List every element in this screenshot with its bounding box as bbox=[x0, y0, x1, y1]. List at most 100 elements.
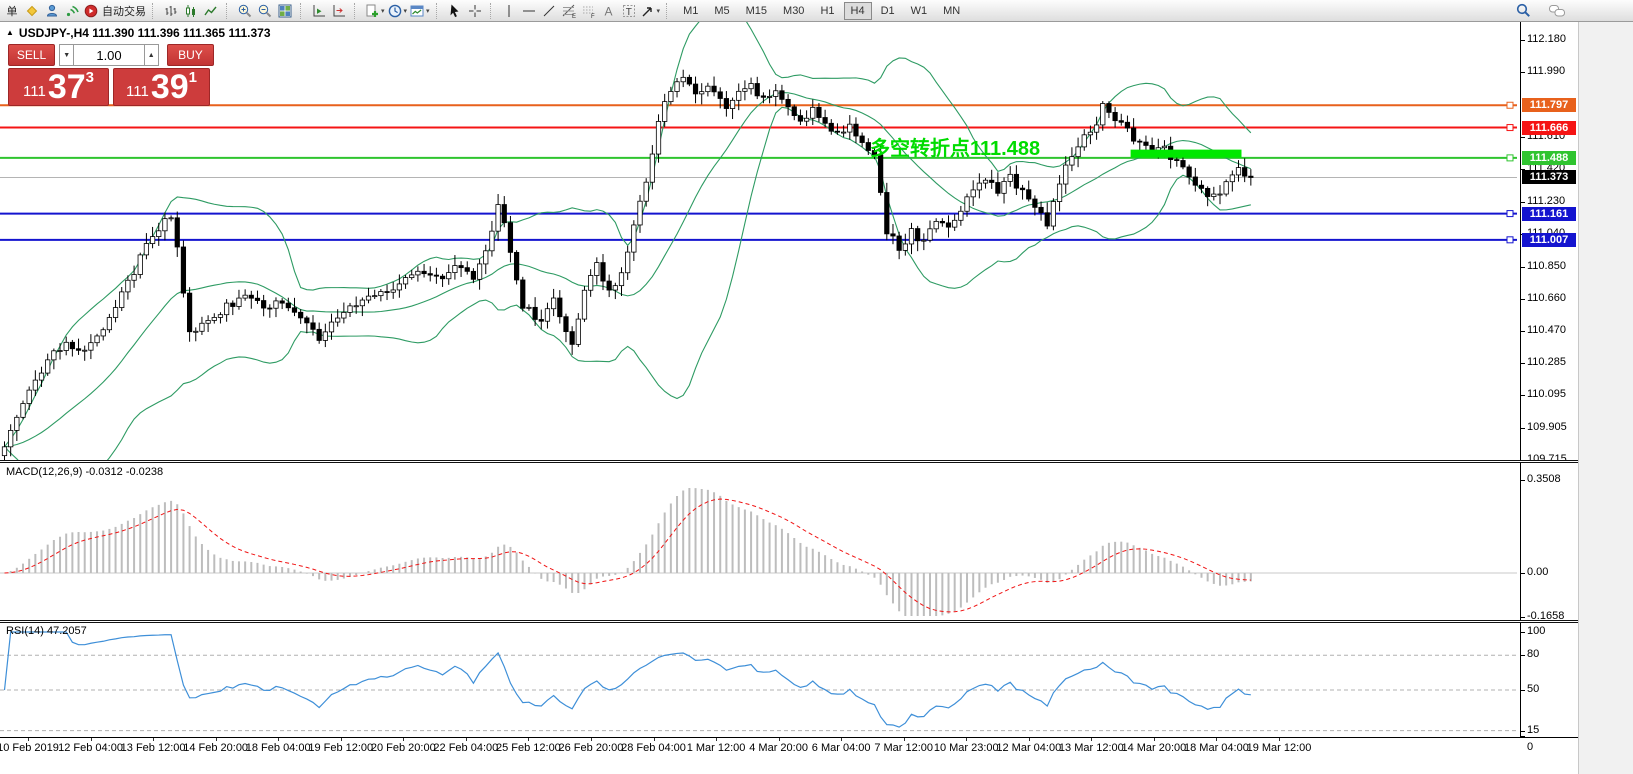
timeframe-m1-button[interactable]: M1 bbox=[676, 2, 705, 20]
chat-button[interactable] bbox=[1547, 1, 1567, 21]
bar-chart-button[interactable] bbox=[161, 1, 181, 21]
level-line-anchor bbox=[1507, 155, 1513, 161]
zoom-out-button[interactable] bbox=[255, 1, 275, 21]
timeframe-mn-button[interactable]: MN bbox=[936, 2, 967, 20]
macd-signal-line bbox=[5, 499, 1251, 612]
autotrading-icon bbox=[83, 3, 99, 19]
horizontal-line-button[interactable] bbox=[519, 1, 539, 21]
add-indicator-icon bbox=[364, 3, 380, 19]
rsi-tick-label: 80 bbox=[1527, 648, 1539, 660]
macd-tick-mark bbox=[1521, 573, 1525, 574]
auto-scroll-button[interactable] bbox=[309, 1, 329, 21]
vertical-line-button[interactable] bbox=[499, 1, 519, 21]
layouts-button[interactable] bbox=[22, 1, 42, 21]
community-icon bbox=[44, 3, 60, 19]
price-level-tag: 111.797 bbox=[1522, 98, 1576, 112]
macd-tick-mark bbox=[1521, 617, 1525, 618]
template-icon bbox=[409, 3, 425, 19]
price-tick-mark bbox=[1521, 40, 1525, 41]
text-button[interactable]: A bbox=[599, 1, 619, 21]
macd-tick-mark bbox=[1521, 480, 1525, 481]
macd-histogram bbox=[5, 488, 1251, 616]
timeframe-m5-button[interactable]: M5 bbox=[707, 2, 736, 20]
tile-windows-button[interactable] bbox=[275, 1, 295, 21]
cursor-button[interactable] bbox=[445, 1, 465, 21]
autotrading-button[interactable]: 自动交易 bbox=[82, 1, 147, 21]
volume-decrease-button[interactable]: ▼ bbox=[59, 44, 74, 66]
price-tick-label: 112.180 bbox=[1527, 33, 1566, 45]
signals-icon bbox=[64, 3, 80, 19]
toolbar-separator bbox=[300, 3, 306, 19]
rsi-tick-label: 15 bbox=[1527, 724, 1539, 736]
rsi-tick-label: 100 bbox=[1527, 625, 1545, 637]
sell-button[interactable]: SELL bbox=[8, 44, 55, 66]
trendline-button[interactable] bbox=[539, 1, 559, 21]
bollinger-lower bbox=[5, 107, 1251, 460]
dropdown-arrow-icon: ▾ bbox=[404, 7, 408, 15]
level-line-anchor bbox=[1507, 211, 1513, 217]
macd-pane[interactable] bbox=[0, 463, 1521, 619]
macd-tick-label: 0.3508 bbox=[1527, 473, 1561, 485]
sell-price-button[interactable]: 111373 bbox=[8, 68, 109, 106]
buy-price-prefix: 111 bbox=[126, 84, 149, 99]
text-label-button[interactable]: T bbox=[619, 1, 639, 21]
time-axis-border bbox=[0, 737, 1578, 738]
toolbar-separator bbox=[226, 3, 232, 19]
periods-button[interactable]: ▾ bbox=[386, 1, 409, 21]
toolbar-separator bbox=[436, 3, 442, 19]
fibonacci-grid-button[interactable]: F bbox=[579, 1, 599, 21]
rsi-label: RSI(14) 47.2057 bbox=[6, 625, 87, 637]
buy-price-button[interactable]: 111391 bbox=[113, 68, 210, 106]
chart-shift-button[interactable] bbox=[329, 1, 349, 21]
price-level-tag: 111.161 bbox=[1522, 207, 1576, 221]
price-tick-label: 110.285 bbox=[1527, 356, 1566, 368]
collapse-trade-panel-icon[interactable]: ▲ bbox=[6, 28, 14, 37]
trendline-icon bbox=[541, 3, 557, 19]
toolbar-separator bbox=[354, 3, 360, 19]
search-button[interactable] bbox=[1513, 1, 1533, 21]
candlestick-chart-button[interactable] bbox=[181, 1, 201, 21]
pane-separator[interactable] bbox=[0, 460, 1578, 463]
bar-chart-icon bbox=[163, 3, 179, 19]
timeframe-d1-button[interactable]: D1 bbox=[874, 2, 902, 20]
indicators-button[interactable]: ▾ bbox=[363, 1, 386, 21]
zoom-in-button[interactable] bbox=[235, 1, 255, 21]
price-tick-mark bbox=[1521, 331, 1525, 332]
timeframe-m15-button[interactable]: M15 bbox=[739, 2, 774, 20]
crosshair-button[interactable] bbox=[465, 1, 485, 21]
volume-input[interactable]: 1.00 bbox=[74, 44, 143, 66]
buy-price-main: 39 bbox=[151, 74, 189, 102]
rsi-tick-mark bbox=[1521, 690, 1525, 691]
price-tick-mark bbox=[1521, 363, 1525, 364]
line-chart-button[interactable] bbox=[201, 1, 221, 21]
chart-title: ▲USDJPY-,H4 111.390 111.396 111.365 111.… bbox=[6, 26, 271, 40]
price-tick-label: 110.850 bbox=[1527, 260, 1566, 272]
timeframe-h1-button[interactable]: H1 bbox=[813, 2, 841, 20]
timeframe-h4-button[interactable]: H4 bbox=[844, 2, 872, 20]
signals-button[interactable] bbox=[62, 1, 82, 21]
templates-button[interactable]: ▾ bbox=[408, 1, 431, 21]
buy-button[interactable]: BUY bbox=[167, 44, 214, 66]
buy-price-pip: 1 bbox=[189, 69, 197, 86]
community-button[interactable] bbox=[42, 1, 62, 21]
pane-separator[interactable] bbox=[0, 620, 1578, 623]
volume-increase-button[interactable]: ▲ bbox=[144, 44, 159, 66]
rsi-tick-mark bbox=[1521, 655, 1525, 656]
rsi-pane[interactable] bbox=[0, 623, 1521, 737]
new-order-button[interactable]: 单 bbox=[2, 1, 22, 21]
toolbar-separator bbox=[490, 3, 496, 19]
price-level-tag: 111.666 bbox=[1522, 121, 1576, 135]
timeframe-m30-button[interactable]: M30 bbox=[776, 2, 811, 20]
crosshair-icon bbox=[467, 3, 483, 19]
fibonacci-grid-icon: F bbox=[581, 3, 597, 19]
price-tick-label: 110.660 bbox=[1527, 292, 1566, 304]
vertical-line-icon bbox=[501, 3, 517, 19]
price-chart-pane[interactable] bbox=[0, 22, 1521, 460]
svg-text:T: T bbox=[625, 7, 631, 18]
toolbar-separator bbox=[666, 3, 672, 19]
arrows-button[interactable]: ▾ bbox=[639, 1, 662, 21]
window-right-strip bbox=[1578, 22, 1633, 774]
timeframe-w1-button[interactable]: W1 bbox=[904, 2, 935, 20]
rsi-tick-label: 0 bbox=[1527, 741, 1533, 753]
fibonacci-button[interactable]: E bbox=[559, 1, 579, 21]
